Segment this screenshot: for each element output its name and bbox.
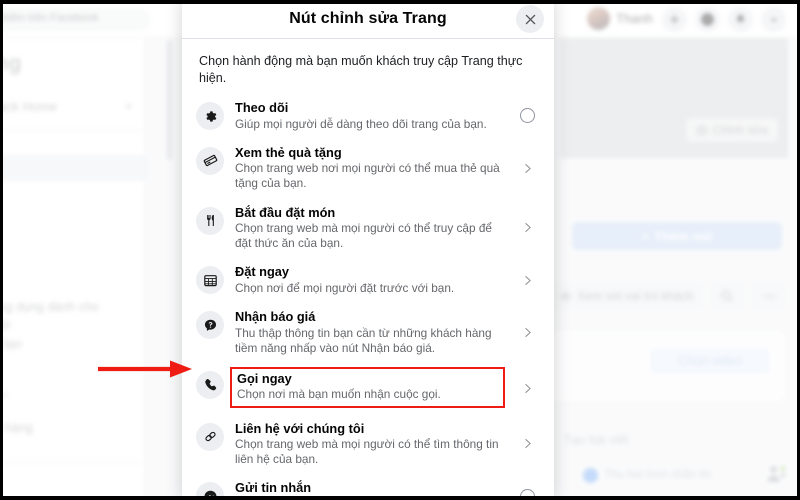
option-description: Chọn nơi để mọi người đặt trước với bạn. bbox=[235, 280, 455, 295]
dialog-header: Nút chỉnh sửa Trang bbox=[182, 4, 554, 39]
option-description: Chọn trang web mà mọi người có thể truy … bbox=[235, 221, 492, 251]
option-control[interactable] bbox=[516, 377, 538, 399]
option-row-dat-ngay[interactable]: Đặt ngay Chọn nơi để mọi người đặt trước… bbox=[196, 264, 538, 296]
option-title: Liên hệ với chúng tôi bbox=[235, 420, 365, 436]
link-icon bbox=[196, 422, 224, 451]
option-control[interactable] bbox=[516, 321, 538, 343]
option-control[interactable] bbox=[516, 269, 538, 291]
edit-page-button-dialog: Nút chỉnh sửa Trang Chọn hành động mà bạ… bbox=[182, 4, 554, 496]
chevron-right-icon bbox=[524, 383, 531, 393]
phone-icon bbox=[196, 370, 224, 399]
option-row-xem-the-qua-tang[interactable]: Xem thẻ quà tặng Chọn trang web nơi mọi … bbox=[196, 145, 538, 192]
dialog-title: Nút chỉnh sửa Trang bbox=[289, 10, 447, 27]
messenger-icon bbox=[196, 482, 224, 496]
option-control[interactable] bbox=[516, 485, 538, 496]
radio-button[interactable] bbox=[519, 488, 535, 496]
gear-icon bbox=[196, 102, 224, 130]
option-description: Chọn trang web nơi mọi người có thể mua … bbox=[235, 161, 500, 191]
option-control[interactable] bbox=[516, 433, 538, 455]
chevron-right-icon bbox=[524, 163, 531, 173]
quote-bubble-icon bbox=[196, 311, 224, 339]
option-title: Bắt đầu đặt món bbox=[235, 204, 336, 220]
option-row-lien-he-voi-chung-toi[interactable]: Liên hệ với chúng tôi Chọn trang web mà … bbox=[196, 421, 538, 468]
close-icon bbox=[525, 14, 535, 24]
option-title: Gọi ngay bbox=[237, 370, 292, 386]
screenshot-frame: kiếm trên Facebook Thanh ang Back Home ù… bbox=[0, 0, 800, 500]
chevron-right-icon bbox=[524, 327, 531, 337]
chevron-right-icon bbox=[524, 439, 531, 449]
calendar-icon bbox=[196, 266, 224, 295]
dialog-body: Chọn hành động mà bạn muốn khách truy cậ… bbox=[182, 39, 554, 496]
option-text: Liên hệ với chúng tôi Chọn trang web mà … bbox=[235, 421, 505, 468]
radio-button[interactable] bbox=[519, 108, 535, 124]
dialog-subtitle: Chọn hành động mà bạn muốn khách truy cậ… bbox=[199, 54, 523, 85]
option-control[interactable] bbox=[516, 217, 538, 239]
option-description: Chọn trang web mà mọi người có thể tìm t… bbox=[235, 437, 499, 467]
option-text: Gửi tin nhắn Nhận tin nhắn trong Hộp thư… bbox=[235, 480, 505, 496]
option-row-theo-doi[interactable]: Theo dõi Giúp mọi người dễ dàng theo dõi… bbox=[196, 100, 538, 132]
option-description: Thu thập thông tin bạn cần từ những khác… bbox=[235, 325, 492, 355]
option-description: Chọn nơi mà bạn muốn nhận cuộc gọi. bbox=[237, 387, 441, 402]
cutlery-icon bbox=[196, 206, 224, 235]
chevron-right-icon bbox=[524, 275, 531, 285]
option-control[interactable] bbox=[516, 157, 538, 179]
option-title: Đặt ngay bbox=[235, 264, 290, 280]
option-title: Xem thẻ quà tặng bbox=[235, 144, 342, 160]
option-row-goi-ngay[interactable]: Gọi ngay Chọn nơi mà bạn muốn nhận cuộc … bbox=[196, 366, 538, 408]
close-button[interactable] bbox=[516, 5, 544, 33]
option-row-nhan-bao-gia[interactable]: Nhận báo giá Thu thập thông tin bạn cần … bbox=[196, 309, 538, 356]
gift-card-icon bbox=[196, 146, 224, 175]
option-title: Nhận báo giá bbox=[235, 309, 316, 324]
option-title: Theo dõi bbox=[235, 100, 289, 115]
option-text-highlighted: Gọi ngay Chọn nơi mà bạn muốn nhận cuộc … bbox=[230, 366, 505, 408]
option-row-gui-tin-nhan[interactable]: Gửi tin nhắn Nhận tin nhắn trong Hộp thư… bbox=[196, 480, 538, 496]
option-row-bat-dau-dat-mon[interactable]: Bắt đầu đặt món Chọn trang web mà mọi ng… bbox=[196, 205, 538, 252]
chevron-right-icon bbox=[524, 223, 531, 233]
option-text: Bắt đầu đặt món Chọn trang web mà mọi ng… bbox=[235, 205, 505, 252]
option-description: Giúp mọi người dễ dàng theo dõi trang củ… bbox=[235, 116, 487, 131]
option-title: Gửi tin nhắn bbox=[235, 480, 312, 496]
option-text: Đặt ngay Chọn nơi để mọi người đặt trước… bbox=[235, 264, 505, 296]
option-control[interactable] bbox=[516, 105, 538, 127]
option-text: Xem thẻ quà tặng Chọn trang web nơi mọi … bbox=[235, 145, 505, 192]
option-text: Nhận báo giá Thu thập thông tin bạn cần … bbox=[235, 309, 505, 356]
option-text: Theo dõi Giúp mọi người dễ dàng theo dõi… bbox=[235, 100, 505, 132]
